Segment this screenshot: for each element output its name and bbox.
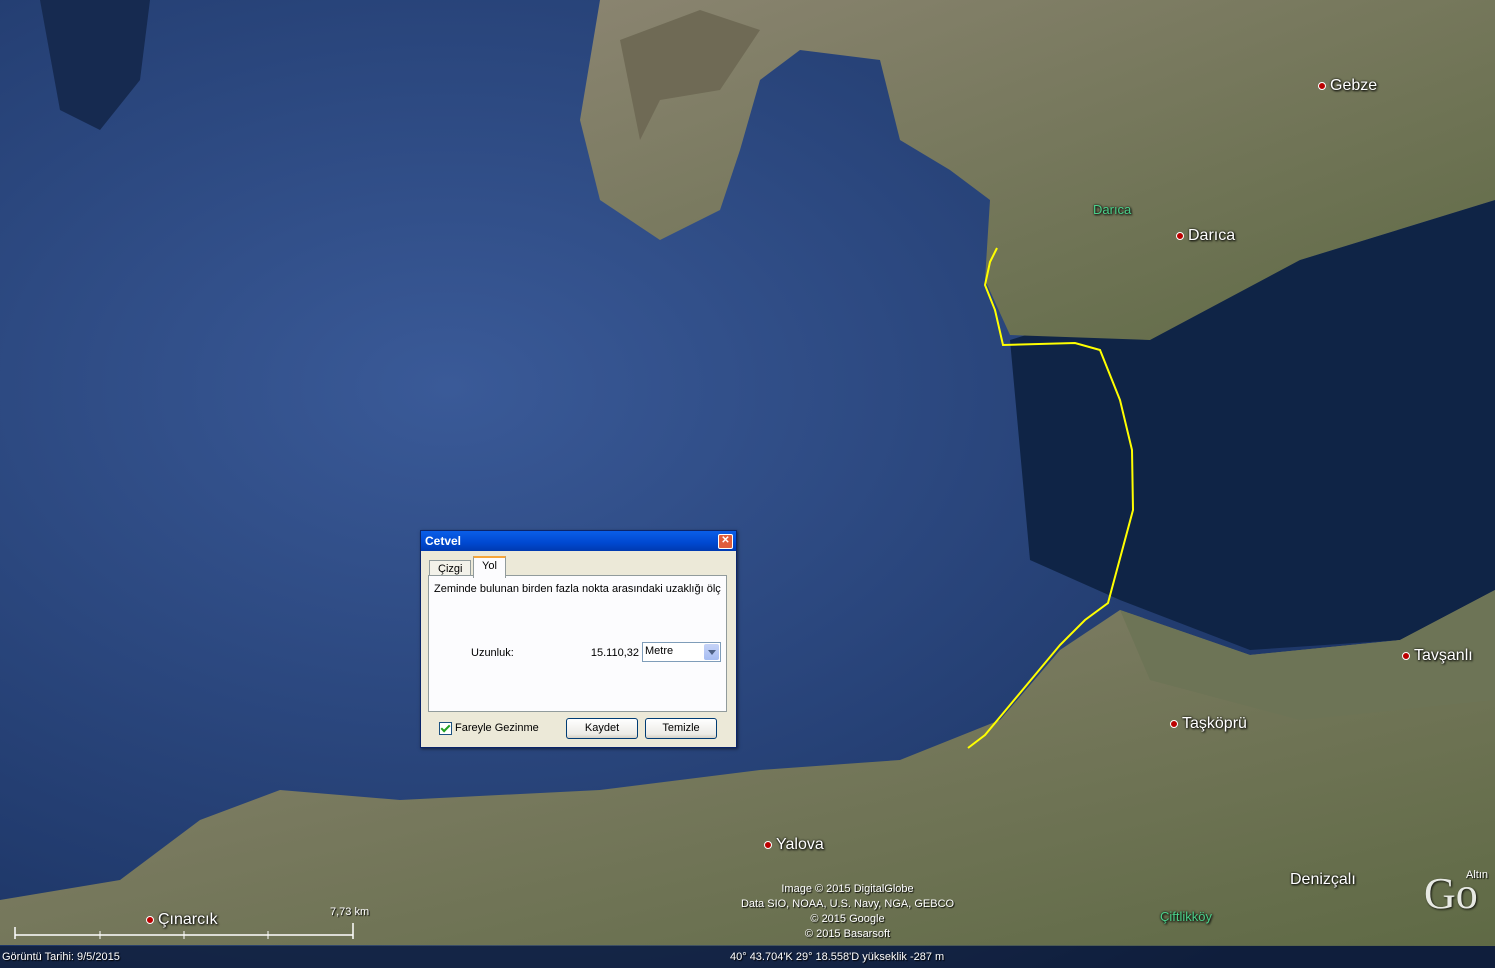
place-label-ciftlikkoy: Çiftlikköy (1160, 909, 1213, 924)
place-label-darica[interactable]: Darıca (1176, 227, 1235, 245)
measure-description: Zeminde bulunan birden fazla nokta arası… (434, 583, 721, 595)
satellite-map[interactable] (0, 0, 1495, 968)
scale-bar (14, 923, 354, 939)
dialog-titlebar[interactable]: Cetvel ✕ (421, 531, 736, 551)
dialog-title: Cetvel (425, 534, 462, 548)
place-label-tavsanli[interactable]: Tavşanlı (1402, 647, 1473, 665)
length-label: Uzunluk: (471, 647, 514, 659)
imagery-credits: Image © 2015 DigitalGlobe Data SIO, NOAA… (740, 883, 955, 940)
place-marker-icon (1176, 231, 1184, 240)
mouse-navigation-checkbox[interactable] (439, 722, 452, 735)
cursor-coordinates: 40° 43.704'K 29° 18.558'D yükseklik -287… (730, 951, 945, 963)
altitude-label: Altın (1466, 869, 1489, 881)
mouse-navigation-label: Fareyle Gezinme (455, 722, 539, 734)
status-bar: Görüntü Tarihi: 9/5/2015 40° 43.704'K 29… (0, 946, 1495, 968)
unit-select[interactable]: Metre (642, 642, 721, 662)
image-date: Görüntü Tarihi: 9/5/2015 (2, 951, 120, 963)
place-label-denizcali[interactable]: Denizçalı (1290, 871, 1356, 889)
unit-select-value: Metre (645, 645, 674, 657)
place-marker-icon (1402, 651, 1410, 660)
place-label-gebze[interactable]: Gebze (1318, 77, 1377, 95)
place-label-taskopru[interactable]: Taşköprü (1170, 715, 1247, 733)
close-icon[interactable]: ✕ (718, 534, 733, 549)
place-label-yalova[interactable]: Yalova (764, 836, 824, 854)
place-marker-icon (1318, 81, 1326, 90)
length-value: 15.110,32 (590, 647, 639, 659)
district-label-darica: Darıca (1093, 202, 1132, 217)
scale-label: 7,73 km (330, 906, 370, 918)
place-marker-icon (764, 840, 772, 849)
place-marker-icon (1170, 719, 1178, 728)
save-button[interactable]: Kaydet (566, 718, 638, 739)
chevron-down-icon[interactable] (704, 644, 719, 660)
tab-panel: Zeminde bulunan birden fazla nokta arası… (428, 575, 727, 712)
tab-path[interactable]: Yol (473, 556, 506, 578)
ruler-dialog: Cetvel ✕ Çizgi Yol Zeminde bulunan birde… (420, 530, 737, 748)
clear-button[interactable]: Temizle (645, 718, 717, 739)
